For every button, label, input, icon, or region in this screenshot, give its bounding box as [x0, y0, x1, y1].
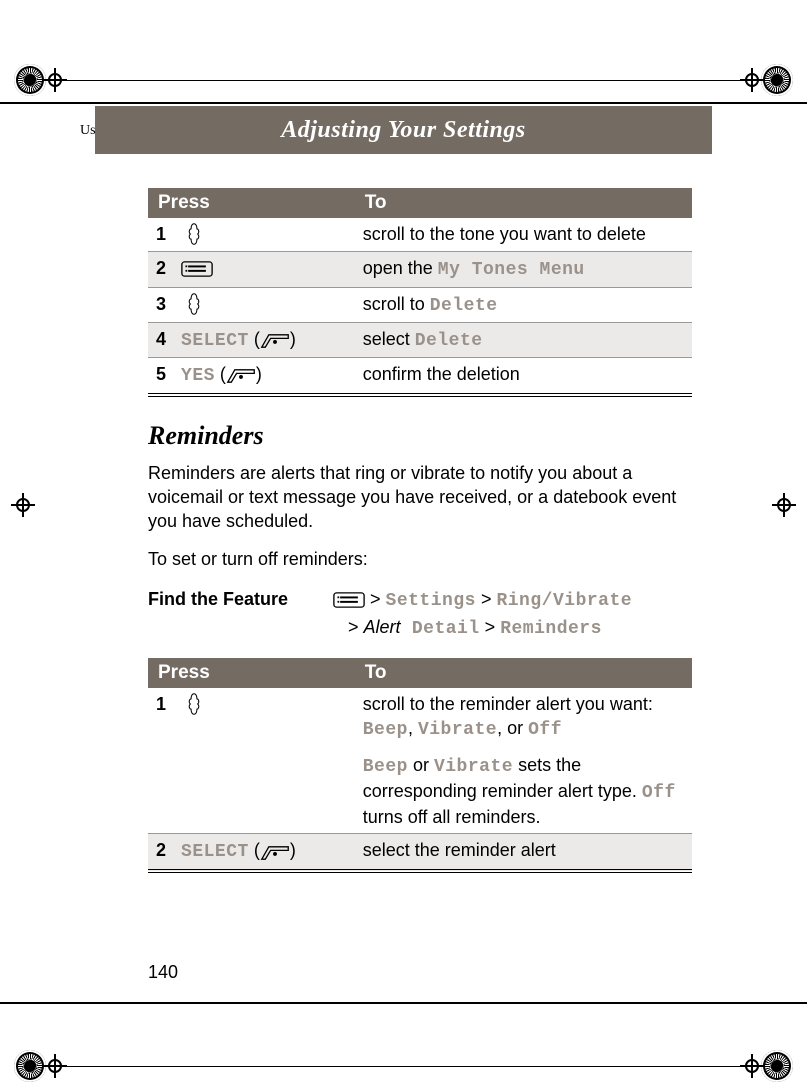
- page: User.Guide.GSM.book Page 140 Wednesday, …: [0, 0, 807, 1088]
- soft-key-icon: [260, 328, 290, 352]
- crop-target-icon: [761, 1050, 793, 1082]
- crop-register-icon: [14, 496, 32, 514]
- crop-target-icon: [14, 1050, 46, 1082]
- find-the-feature-path: > Settings > Ring/Vibrate > Alert Detail…: [333, 586, 632, 642]
- reminders-instruction: To set or turn off reminders:: [148, 547, 692, 571]
- find-the-feature-block: Find the Feature > Settings > Ring/Vibra…: [148, 586, 692, 642]
- crop-target-icon: [14, 64, 46, 96]
- soft-key-icon: [226, 363, 256, 387]
- table-row: 1 scroll to the tone you want to delete: [148, 218, 692, 252]
- crop-register-icon: [775, 496, 793, 514]
- trim-line-bottom: [0, 1002, 807, 1004]
- table-row: 5 YES () confirm the deletion: [148, 358, 692, 395]
- crop-rail-bottom: [0, 1050, 807, 1082]
- th-press: Press: [148, 658, 355, 688]
- chapter-title-bar: Adjusting Your Settings: [95, 106, 712, 154]
- content-area: Press To 1 scroll to the tone you want t…: [148, 188, 692, 873]
- page-number: 140: [148, 962, 178, 983]
- section-heading-reminders: Reminders: [148, 423, 692, 449]
- table-row: 3 scroll to Delete: [148, 287, 692, 322]
- trim-line-top: [0, 102, 807, 104]
- th-to: To: [355, 188, 692, 218]
- table-row: 4 SELECT () select Delete: [148, 322, 692, 357]
- chapter-title: Adjusting Your Settings: [281, 118, 526, 142]
- scroll-key-icon: [181, 223, 207, 247]
- menu-key-icon: [333, 587, 365, 613]
- soft-key-icon: [260, 840, 290, 864]
- table-row: 2 SELECT () select the reminder alert: [148, 834, 692, 871]
- scroll-key-icon: [181, 693, 207, 717]
- steps-table-delete-tone: Press To 1 scroll to the tone you want t…: [148, 188, 692, 397]
- steps-table-reminders: Press To 1 scroll to the reminder alert …: [148, 658, 692, 873]
- table-row: 2 open the My Tones Menu: [148, 252, 692, 287]
- crop-rail-top: User.Guide.GSM.book Page 140 Wednesday, …: [0, 64, 807, 96]
- menu-key-icon: [181, 257, 213, 281]
- table-row: 1 scroll to the reminder alert you want:…: [148, 688, 692, 834]
- scroll-key-icon: [181, 293, 207, 317]
- find-the-feature-label: Find the Feature: [148, 586, 313, 642]
- crop-rail-mid: [0, 496, 807, 514]
- th-to: To: [355, 658, 692, 688]
- th-press: Press: [148, 188, 355, 218]
- crop-target-icon: [761, 64, 793, 96]
